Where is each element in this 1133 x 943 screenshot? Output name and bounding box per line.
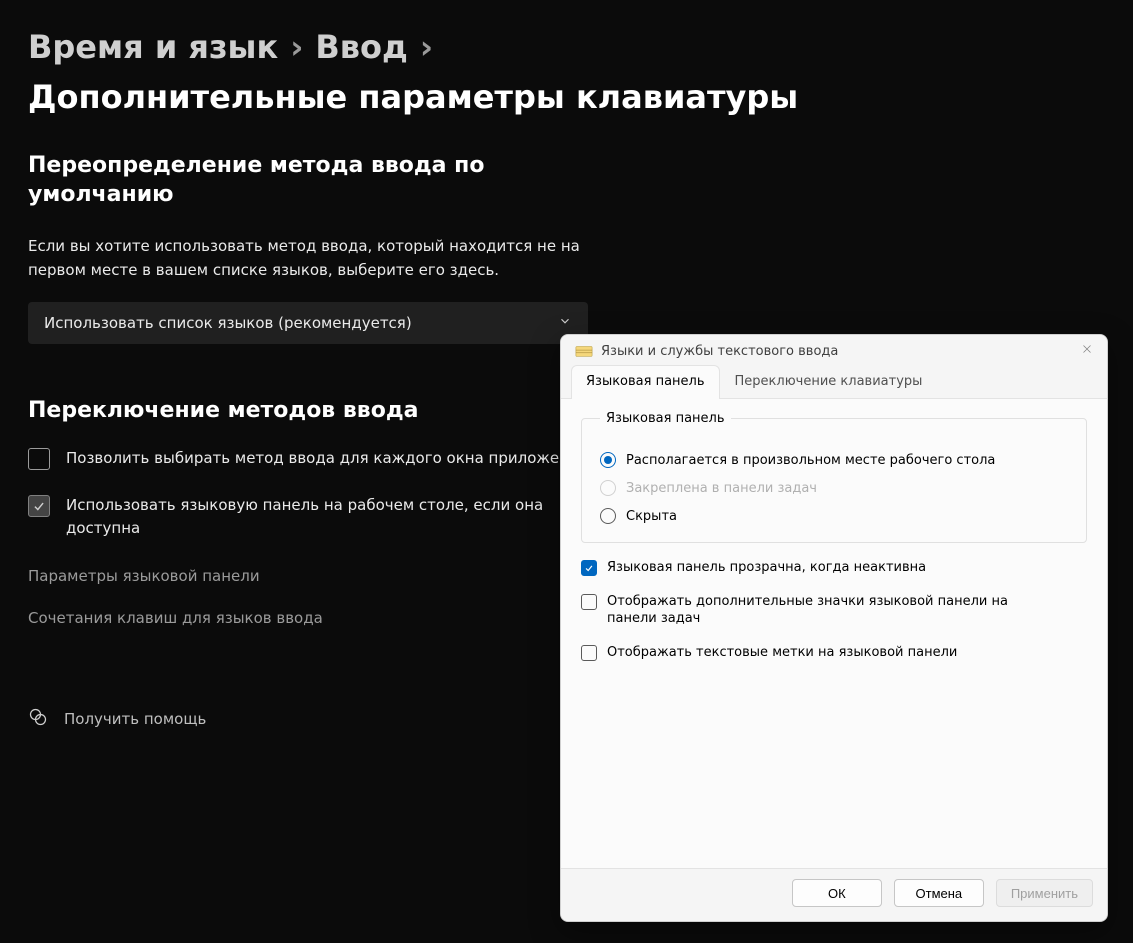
extra-icons-checkbox[interactable]: Отображать дополнительные значки языково… [581, 593, 1087, 628]
keyboard-icon [575, 344, 593, 358]
checkbox-label: Отображать текстовые метки на языковой п… [607, 644, 957, 662]
text-services-dialog: Языки и службы текстового ввода Языковая… [560, 334, 1108, 922]
per-app-input-checkbox-row[interactable]: Позволить выбирать метод ввода для каждо… [28, 447, 588, 470]
radio-icon [600, 452, 616, 468]
close-button[interactable] [1081, 343, 1093, 359]
breadcrumb-input[interactable]: Ввод [315, 28, 407, 66]
breadcrumb-time-language[interactable]: Время и язык [28, 28, 278, 66]
language-bar-group: Языковая панель Располагается в произвол… [581, 411, 1087, 543]
tab-keyboard-switching[interactable]: Переключение клавиатуры [720, 365, 938, 399]
breadcrumb: Время и язык › Ввод › Дополнительные пар… [28, 28, 1105, 117]
apply-button[interactable]: Применить [996, 879, 1093, 907]
radio-label: Закреплена в панели задач [626, 481, 817, 496]
checkbox-icon [581, 594, 597, 610]
chevron-right-icon: › [290, 28, 303, 66]
chevron-down-icon [558, 314, 572, 332]
dialog-tabs: Языковая панель Переключение клавиатуры [561, 365, 1107, 399]
section-description: Если вы хотите использовать метод ввода,… [28, 234, 588, 282]
page-title: Дополнительные параметры клавиатуры [28, 78, 798, 116]
tab-language-bar[interactable]: Языковая панель [571, 365, 720, 399]
checkbox-label: Отображать дополнительные значки языково… [607, 593, 1047, 628]
checkbox-label: Использовать языковую панель на рабочем … [66, 494, 588, 539]
dialog-titlebar: Языки и службы текстового ввода [561, 335, 1107, 365]
radio-label: Располагается в произвольном месте рабоч… [626, 453, 995, 468]
text-labels-checkbox[interactable]: Отображать текстовые метки на языковой п… [581, 644, 1087, 662]
radio-label: Скрыта [626, 509, 677, 524]
dialog-title: Языки и службы текстового ввода [601, 344, 838, 359]
transparent-when-inactive-checkbox[interactable]: Языковая панель прозрачна, когда неактив… [581, 559, 1087, 577]
dialog-footer: ОК Отмена Применить [561, 868, 1107, 921]
radio-icon [600, 508, 616, 524]
checkbox-icon [28, 495, 50, 517]
section-heading-default-input: Переопределение метода ввода по умолчани… [28, 151, 528, 210]
radio-floating[interactable]: Располагается в произвольном месте рабоч… [600, 452, 1068, 468]
group-legend: Языковая панель [600, 411, 731, 426]
ok-button[interactable]: ОК [792, 879, 882, 907]
checkbox-label: Языковая панель прозрачна, когда неактив… [607, 559, 926, 577]
settings-page: Время и язык › Ввод › Дополнительные пар… [0, 0, 1133, 943]
help-icon [28, 707, 48, 731]
use-language-bar-checkbox-row[interactable]: Использовать языковую панель на рабочем … [28, 494, 588, 539]
radio-hidden[interactable]: Скрыта [600, 508, 1068, 524]
dialog-body: Языковая панель Располагается в произвол… [561, 399, 1107, 868]
checkbox-label: Позволить выбирать метод ввода для каждо… [66, 447, 588, 470]
radio-docked: Закреплена в панели задач [600, 480, 1068, 496]
radio-icon [600, 480, 616, 496]
dropdown-value: Использовать список языков (рекомендуетс… [44, 314, 412, 332]
default-input-method-dropdown[interactable]: Использовать список языков (рекомендуетс… [28, 302, 588, 344]
cancel-button[interactable]: Отмена [894, 879, 984, 907]
checkbox-icon [28, 448, 50, 470]
chevron-right-icon: › [420, 28, 433, 66]
checkbox-icon [581, 645, 597, 661]
checkbox-icon [581, 560, 597, 576]
get-help-label: Получить помощь [64, 710, 206, 728]
